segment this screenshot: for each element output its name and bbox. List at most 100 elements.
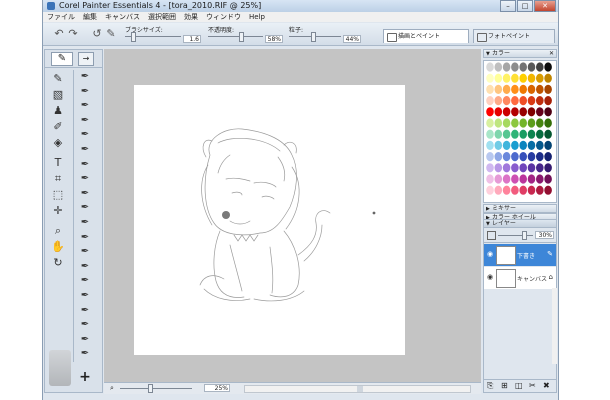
brush-variant-icon[interactable]: ✒ bbox=[74, 187, 96, 202]
transform-tool-icon[interactable]: ✛ bbox=[47, 203, 69, 218]
menu-item[interactable]: 選択範囲 bbox=[144, 12, 180, 22]
layer-row-canvas[interactable]: ◉ キャンバス ⌂ bbox=[484, 267, 556, 289]
color-swatch[interactable] bbox=[494, 129, 503, 139]
color-swatch[interactable] bbox=[536, 73, 544, 83]
brush-variant-icon[interactable]: ✒ bbox=[74, 99, 96, 114]
color-swatch[interactable] bbox=[486, 118, 494, 128]
layer-opacity-track[interactable] bbox=[498, 235, 533, 236]
rotate-tool-icon[interactable]: ↻ bbox=[47, 255, 69, 270]
eraser-tool-icon[interactable]: ▧ bbox=[47, 87, 69, 102]
color-swatch[interactable] bbox=[486, 185, 494, 195]
grain-thumb[interactable] bbox=[311, 32, 316, 42]
color-swatch[interactable] bbox=[511, 107, 519, 117]
minimize-button[interactable]: – bbox=[500, 0, 516, 12]
grabber-tool-icon[interactable]: ✋ bbox=[47, 239, 69, 254]
color-swatch[interactable] bbox=[527, 129, 536, 139]
color-swatch[interactable] bbox=[536, 152, 544, 162]
color-swatch[interactable] bbox=[536, 84, 544, 94]
color-swatch[interactable] bbox=[527, 107, 536, 117]
color-swatch[interactable] bbox=[486, 163, 494, 173]
brush-variant-icon[interactable]: ✒ bbox=[74, 245, 96, 260]
color-swatch[interactable] bbox=[536, 163, 544, 173]
color-swatch[interactable] bbox=[511, 96, 519, 106]
color-swatch[interactable] bbox=[544, 96, 552, 106]
color-swatch[interactable] bbox=[511, 163, 519, 173]
color-swatch[interactable] bbox=[511, 174, 519, 184]
color-swatch[interactable] bbox=[519, 107, 527, 117]
color-swatch[interactable] bbox=[502, 118, 511, 128]
color-swatch[interactable] bbox=[527, 152, 536, 162]
color-swatch[interactable] bbox=[544, 118, 552, 128]
color-swatch[interactable] bbox=[519, 163, 527, 173]
brush-variant-icon[interactable]: ✒ bbox=[74, 333, 96, 348]
color-swatch[interactable] bbox=[494, 107, 503, 117]
color-swatch[interactable] bbox=[502, 129, 511, 139]
grain-field[interactable]: 44% bbox=[343, 35, 361, 43]
title-bar[interactable]: Corel Painter Essentials 4 - [tora_2010.… bbox=[43, 0, 558, 12]
color-swatch[interactable] bbox=[486, 174, 494, 184]
color-swatch[interactable] bbox=[502, 152, 511, 162]
color-swatch[interactable] bbox=[494, 84, 503, 94]
dropper-tool-icon[interactable]: ✐ bbox=[47, 119, 69, 134]
color-swatch[interactable] bbox=[486, 62, 494, 72]
layer-row-sketch[interactable]: ◉ 下書き ✎ bbox=[484, 244, 556, 266]
mask-icon[interactable]: ◫ bbox=[515, 381, 523, 390]
brush-variant-icon[interactable]: ✒ bbox=[74, 85, 96, 100]
marquee-tool-icon[interactable]: ⬚ bbox=[47, 187, 69, 202]
color-swatch[interactable] bbox=[544, 73, 552, 83]
cut-icon[interactable]: ✂ bbox=[529, 381, 536, 390]
color-swatch[interactable] bbox=[519, 96, 527, 106]
menu-item[interactable]: キャンバス bbox=[101, 12, 144, 22]
color-swatch[interactable] bbox=[486, 96, 494, 106]
color-swatch[interactable] bbox=[494, 140, 503, 150]
color-swatch[interactable] bbox=[486, 152, 494, 162]
color-swatch[interactable] bbox=[519, 140, 527, 150]
paper-swatch[interactable] bbox=[49, 350, 71, 386]
color-swatch[interactable] bbox=[511, 73, 519, 83]
color-swatch[interactable] bbox=[544, 107, 552, 117]
brush-variant-icon[interactable]: ✒ bbox=[74, 114, 96, 129]
color-swatch[interactable] bbox=[544, 152, 552, 162]
color-swatch[interactable] bbox=[519, 129, 527, 139]
tab-photo-paint[interactable]: フォトペイント bbox=[473, 29, 555, 43]
toolbox-toggle-button[interactable]: → bbox=[78, 52, 94, 66]
crop-tool-icon[interactable]: ⌗ bbox=[47, 171, 69, 186]
magnifier-tool-icon[interactable]: ⌕ bbox=[47, 223, 69, 238]
brush-variant-icon[interactable]: ✒ bbox=[74, 216, 96, 231]
layer-attributes-icon[interactable]: ⎘ bbox=[487, 381, 493, 391]
brush-variant-icon[interactable]: ✒ bbox=[74, 304, 96, 319]
color-swatch[interactable] bbox=[544, 174, 552, 184]
brush-size-thumb[interactable] bbox=[131, 32, 136, 42]
color-swatch[interactable] bbox=[527, 62, 536, 72]
color-swatch[interactable] bbox=[494, 163, 503, 173]
color-swatch[interactable] bbox=[544, 129, 552, 139]
color-swatch[interactable] bbox=[536, 107, 544, 117]
color-swatch[interactable] bbox=[511, 140, 519, 150]
menu-item[interactable]: ウィンドウ bbox=[202, 12, 245, 22]
color-swatch[interactable] bbox=[527, 163, 536, 173]
color-swatch[interactable] bbox=[502, 140, 511, 150]
menu-item[interactable]: 編集 bbox=[79, 12, 101, 22]
color-swatch[interactable] bbox=[527, 174, 536, 184]
color-swatch[interactable] bbox=[511, 185, 519, 195]
close-button[interactable]: ✕ bbox=[534, 0, 556, 12]
color-swatch[interactable] bbox=[536, 118, 544, 128]
color-swatch[interactable] bbox=[544, 62, 552, 72]
brush-variant-icon[interactable]: ✒ bbox=[74, 260, 96, 275]
tab-drawing-paint[interactable]: 描画とペイント bbox=[383, 29, 469, 43]
layer-opacity-field[interactable]: 30% bbox=[535, 231, 554, 239]
color-swatch[interactable] bbox=[486, 140, 494, 150]
color-swatch[interactable] bbox=[519, 152, 527, 162]
brush-variant-icon[interactable]: ✒ bbox=[74, 231, 96, 246]
color-swatch[interactable] bbox=[519, 84, 527, 94]
color-swatch[interactable] bbox=[486, 73, 494, 83]
color-swatch[interactable] bbox=[527, 140, 536, 150]
color-panel-header[interactable]: ▼ カラー ✕ bbox=[483, 49, 557, 58]
color-swatch[interactable] bbox=[502, 174, 511, 184]
brush-variant-icon[interactable]: ✒ bbox=[74, 158, 96, 173]
redo-button[interactable]: ↷ bbox=[67, 28, 79, 40]
color-swatch[interactable] bbox=[502, 185, 511, 195]
color-swatch[interactable] bbox=[494, 96, 503, 106]
color-swatch[interactable] bbox=[494, 185, 503, 195]
color-swatch[interactable] bbox=[527, 84, 536, 94]
